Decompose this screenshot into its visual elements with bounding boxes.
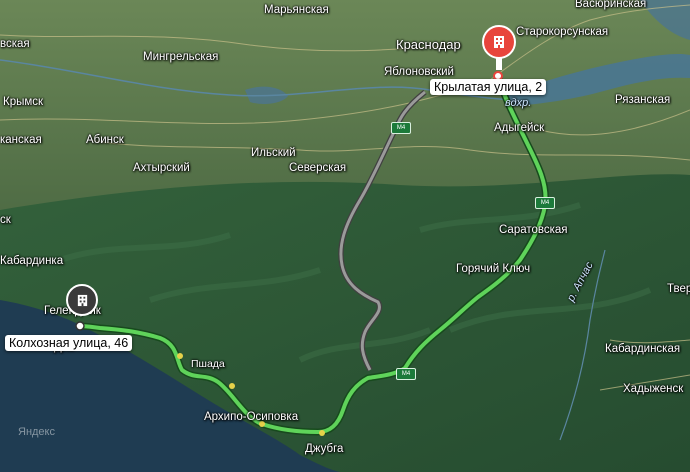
place-label: Яблоновский [384,66,454,78]
yandex-watermark: Яндекс [18,426,55,438]
place-label: Кабардинская [605,343,681,355]
place-label: Крымск [3,96,44,108]
destination-pin[interactable] [482,25,516,59]
place-label: ск [0,214,11,226]
place-label: Марьянская [264,4,329,16]
building-icon [494,36,504,48]
place-label: Ахтырский [133,162,190,174]
place-label: Саратовская [499,224,568,236]
map-view[interactable]: Марьянская Васюринская Старокорсунская К… [0,0,690,472]
place-label: Ильский [251,147,296,159]
place-label: Твер [667,283,690,295]
place-label: Старокорсунская [516,26,609,38]
road-shield: М4 [391,122,411,134]
place-label: Мингрельская [143,51,219,63]
place-label: Рязанская [615,94,671,106]
place-label: Абинск [86,134,124,146]
route-dot [229,383,235,389]
water-label: вдхр. [505,97,532,109]
place-label: вская [0,38,30,50]
pin-stem [496,58,502,70]
place-label: Архипо-Осиповка [204,411,299,423]
destination-callout[interactable]: Крылатая улица, 2 [430,79,547,95]
place-label: Васюринская [575,0,647,10]
road-shield: М4 [396,368,416,380]
origin-callout[interactable]: Колхозная улица, 46 [5,335,133,351]
road-shield: М4 [535,197,555,209]
place-label-city: Краснодар [396,37,461,52]
route-dot [177,353,183,359]
route-dot [319,430,325,436]
origin-pin[interactable] [66,284,98,316]
place-label: Горячий Ключ [456,263,531,275]
place-label: Северская [289,162,347,174]
origin-point[interactable] [75,321,85,331]
place-label: Адыгейск [494,122,545,134]
place-label: Кабардинка [0,255,64,267]
place-label: Пшада [191,358,225,370]
map-canvas[interactable] [0,0,690,472]
place-label: Хадыженск [623,383,684,395]
building-icon [77,294,87,306]
place-label: Джубга [305,443,344,455]
place-label: канская [0,134,42,146]
